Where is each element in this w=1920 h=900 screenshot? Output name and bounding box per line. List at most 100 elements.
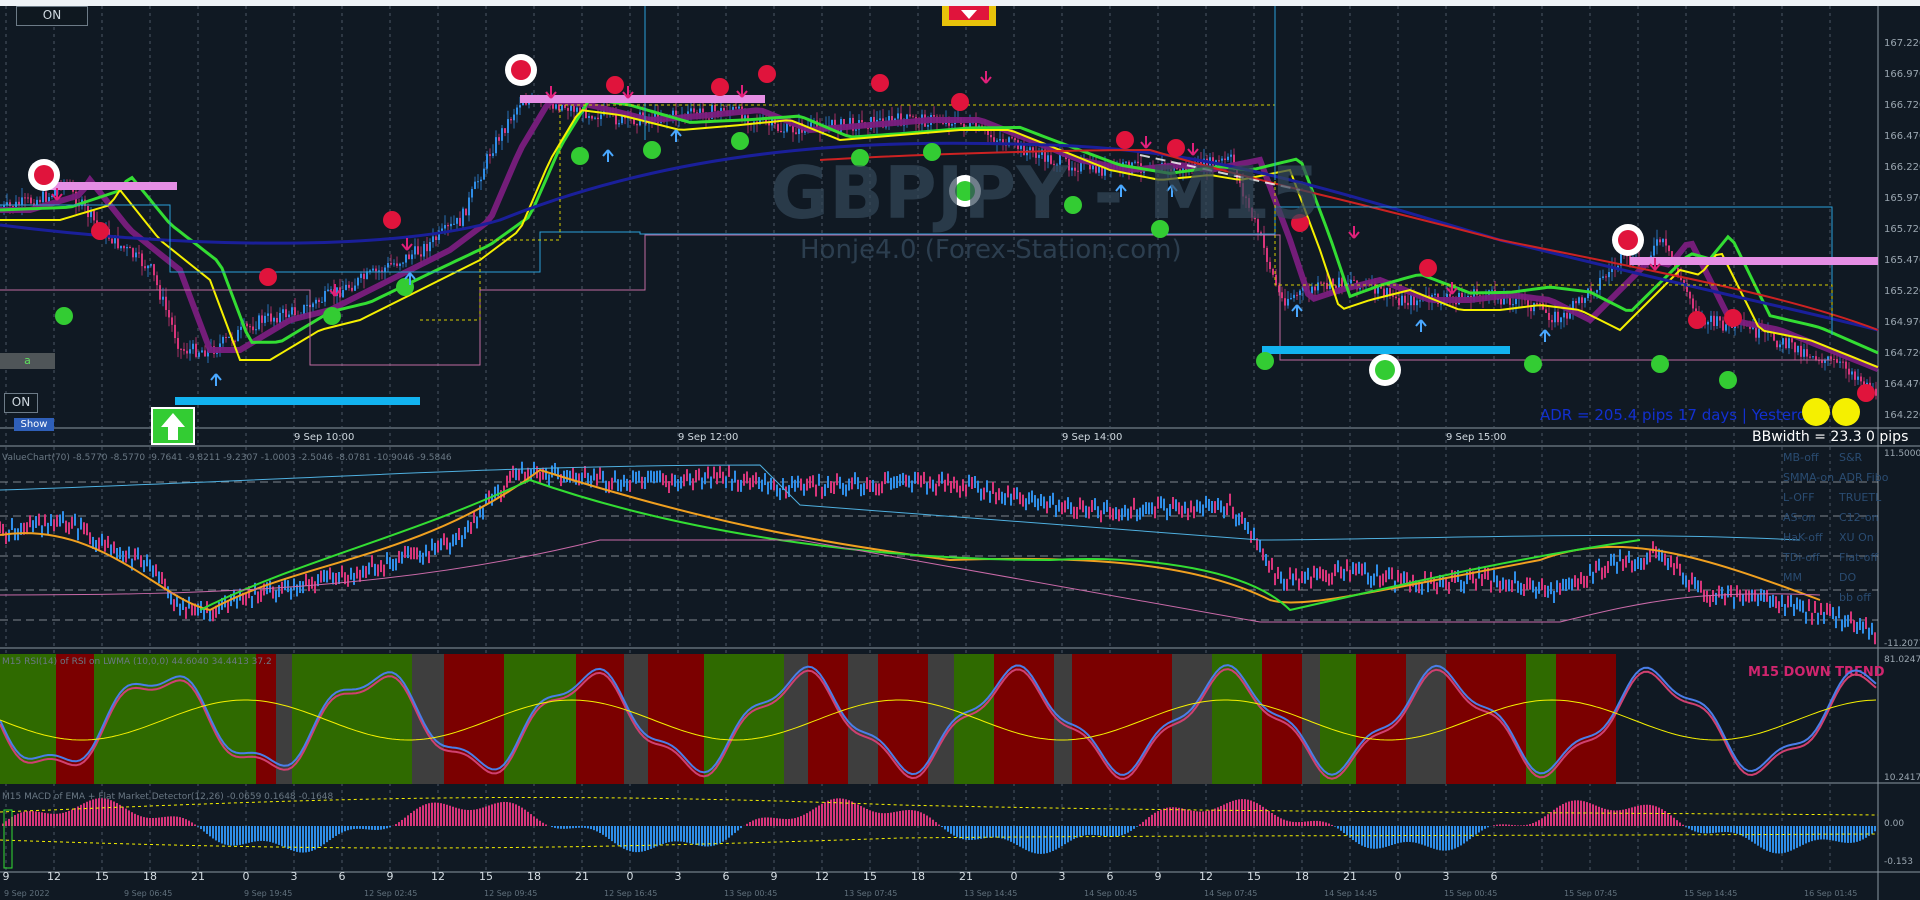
side-toggle-button[interactable]: XU On: [1839, 531, 1874, 544]
candle-body: [1725, 324, 1727, 331]
candle-body: [783, 131, 785, 133]
bottom-axis-label: 16 Sep 01:45: [1804, 889, 1857, 898]
price-axis-label: 165.470: [1884, 255, 1920, 266]
candle-body: [1419, 300, 1421, 302]
candle-body: [897, 113, 899, 119]
candle-body: [174, 324, 176, 339]
side-toggle-button[interactable]: ADR Fibo: [1839, 471, 1889, 484]
candle-body: [1557, 311, 1559, 323]
candle-body: [990, 134, 992, 138]
show-button[interactable]: Show: [14, 418, 54, 431]
side-toggle-button[interactable]: Flat-off: [1839, 551, 1878, 564]
candle-body: [201, 350, 203, 353]
red-signal-dot: [871, 74, 889, 92]
side-toggle-button[interactable]: C12-on: [1839, 511, 1879, 524]
side-toggle-button[interactable]: MM: [1783, 571, 1802, 584]
candle-body: [1284, 298, 1286, 306]
candle-body: [483, 168, 485, 180]
candle-body: [1353, 279, 1355, 281]
green-signal-dot: [571, 147, 589, 165]
candle-body: [1602, 276, 1604, 278]
side-toggle-button[interactable]: SMMA-on: [1783, 471, 1834, 484]
candle-body: [1299, 290, 1301, 296]
pink-level-bar: [44, 182, 177, 190]
bottom-axis-label: 15 Sep 00:45: [1444, 889, 1497, 898]
time-axis-label: 9: [3, 870, 10, 883]
value-pink-line: [0, 539, 1821, 623]
buy-marker: [1375, 360, 1395, 380]
candle-body: [246, 323, 248, 327]
candle-body: [1653, 245, 1655, 256]
candle-body: [198, 352, 200, 357]
price-axis-label: 166.720: [1884, 100, 1920, 111]
candle-body: [708, 118, 710, 120]
on-toggle-top[interactable]: ON: [16, 6, 88, 26]
candle-body: [552, 103, 554, 109]
pink-level-bar: [520, 95, 765, 103]
candle-body: [1827, 356, 1829, 360]
candle-body: [1335, 285, 1337, 289]
price-axis-label: 166.470: [1884, 131, 1920, 142]
side-toggle-button[interactable]: HaK-off: [1783, 531, 1823, 544]
side-toggle-button[interactable]: S&R: [1839, 451, 1863, 464]
candle-body: [600, 114, 602, 120]
side-toggle-button[interactable]: AS-on: [1783, 511, 1815, 524]
up-arrow: [210, 373, 222, 386]
side-toggle-button[interactable]: bb off: [1839, 591, 1871, 604]
candle-body: [402, 262, 404, 264]
candle-body: [1530, 307, 1532, 312]
time-axis-label: 21: [1343, 870, 1357, 883]
down-arrow: [980, 71, 992, 84]
candle-body: [1560, 317, 1562, 323]
on-toggle-mid[interactable]: ON: [4, 393, 38, 413]
side-toggle-button[interactable]: TDi-off: [1782, 551, 1820, 564]
candle-body: [1776, 340, 1778, 348]
candle-body: [999, 139, 1001, 141]
candle-body: [399, 263, 401, 266]
price-axis-label: 165.720: [1884, 224, 1920, 235]
green-signal-dot: [1524, 355, 1542, 373]
a-button[interactable]: a: [0, 353, 55, 369]
red-signal-dot: [1724, 309, 1742, 327]
rsi-trend-band: [1356, 654, 1406, 784]
candle-body: [927, 124, 929, 127]
price-axis-label: 164.720: [1884, 348, 1920, 359]
candle-body: [462, 208, 464, 226]
price-axis-label: 164.220: [1884, 410, 1920, 421]
candle-body: [273, 317, 275, 322]
candle-body: [1782, 338, 1784, 345]
side-toggle-button[interactable]: TRUETL: [1838, 491, 1882, 504]
candle-body: [1404, 295, 1406, 303]
rsi-trend-band: [928, 654, 954, 784]
candle-body: [1773, 332, 1775, 341]
candle-body: [1515, 298, 1517, 305]
time-axis-label: 12: [47, 870, 61, 883]
candle-body: [1566, 312, 1568, 319]
candle-body: [1689, 291, 1691, 299]
green-signal-dot: [643, 141, 661, 159]
side-toggle-button[interactable]: L-OFF: [1783, 491, 1815, 504]
candle-body: [723, 108, 725, 111]
candle-body: [1407, 302, 1409, 306]
candle-body: [879, 118, 881, 120]
side-toggle-button[interactable]: MB-off: [1783, 451, 1819, 464]
candle-body: [426, 243, 428, 252]
candle-body: [195, 343, 197, 357]
candle-body: [1536, 303, 1538, 305]
candle-body: [1491, 289, 1493, 291]
red-signal-dot: [1419, 259, 1437, 277]
candle-body: [414, 246, 416, 255]
bottom-axis-label: 15 Sep 07:45: [1564, 889, 1617, 898]
date-label: 9 Sep 12:00: [678, 432, 738, 443]
candle-body: [471, 189, 473, 198]
candle-body: [156, 275, 158, 286]
candle-body: [27, 197, 29, 199]
candle-body: [1578, 297, 1580, 304]
candle-body: [1392, 295, 1394, 297]
candle-body: [291, 307, 293, 315]
candle-body: [378, 270, 380, 272]
time-axis-label: 6: [1491, 870, 1498, 883]
candle-body: [1584, 298, 1586, 303]
candle-body: [1710, 315, 1712, 322]
side-toggle-button[interactable]: DO: [1839, 571, 1856, 584]
